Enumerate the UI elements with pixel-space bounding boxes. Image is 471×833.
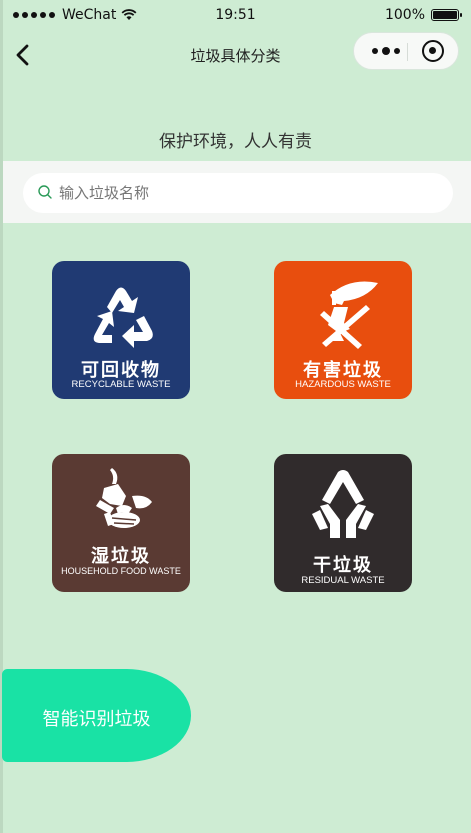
category-name-cn: 干垃圾 — [313, 555, 373, 576]
category-tile-hazardous[interactable]: 有害垃圾 HAZARDOUS WASTE — [274, 261, 412, 399]
slogan-text: 保护环境，人人有责 — [159, 132, 312, 152]
search-bar — [3, 161, 471, 223]
close-miniprogram-icon[interactable] — [422, 40, 444, 62]
battery-icon — [431, 9, 462, 21]
category-tile-food-waste[interactable]: 湿垃圾 HOUSEHOLD FOOD WASTE — [52, 454, 190, 592]
app-screen: WeChat 19:51 100% 垃圾具体分类 保护环境，人人有责 输入垃圾名… — [0, 0, 471, 833]
category-name-en: RESIDUAL WASTE — [301, 575, 385, 586]
category-tile-residual[interactable]: 干垃圾 RESIDUAL WASTE — [274, 454, 412, 592]
category-tile-recyclable[interactable]: 可回收物 RECYCLABLE WASTE — [52, 261, 190, 399]
category-name-en: HAZARDOUS WASTE — [295, 379, 391, 390]
smart-recognize-label: 智能识别垃圾 — [42, 709, 151, 730]
category-name-cn: 湿垃圾 — [91, 546, 151, 567]
nav-bar: 垃圾具体分类 — [0, 32, 471, 78]
more-icon[interactable] — [364, 33, 408, 69]
search-input[interactable] — [59, 173, 439, 213]
capsule-divider — [407, 43, 408, 61]
battery-percent: 100% — [384, 7, 425, 23]
miniprogram-capsule — [353, 32, 459, 70]
status-bar: WeChat 19:51 100% — [0, 0, 471, 32]
smart-recognize-button[interactable]: 智能识别垃圾 — [2, 669, 191, 762]
search-icon — [38, 185, 52, 199]
status-right: 100% — [384, 7, 462, 23]
search-box[interactable] — [23, 173, 453, 213]
category-name-en: HOUSEHOLD FOOD WASTE — [61, 566, 181, 576]
category-name-en: RECYCLABLE WASTE — [71, 379, 171, 390]
battery-fill — [433, 11, 457, 19]
